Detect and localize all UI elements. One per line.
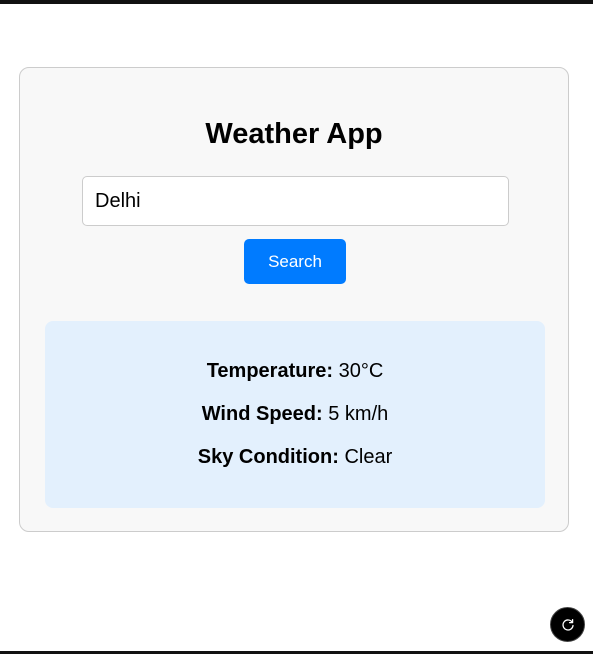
- wind-speed-label: Wind Speed:: [201, 403, 323, 425]
- refresh-icon: [561, 618, 575, 632]
- wind-speed-row: Wind Speed: 5 km/h: [45, 402, 545, 426]
- weather-result-panel: Temperature: 30°C Wind Speed: 5 km/h Sky…: [45, 321, 545, 508]
- refresh-button[interactable]: [550, 607, 585, 642]
- sky-condition-value: Clear: [344, 446, 393, 468]
- wind-speed-value: 5 km/h: [328, 403, 389, 425]
- sky-condition-label: Sky Condition:: [197, 446, 339, 468]
- city-search-input[interactable]: [82, 176, 509, 226]
- search-button[interactable]: Search: [244, 239, 346, 284]
- top-border: [0, 0, 593, 4]
- temperature-label: Temperature:: [206, 360, 334, 382]
- sky-condition-row: Sky Condition: Clear: [45, 445, 545, 469]
- weather-card: Weather App Search Temperature: 30°C Win…: [19, 67, 569, 532]
- temperature-value: 30°C: [338, 360, 384, 382]
- page-title: Weather App: [205, 118, 383, 150]
- temperature-row: Temperature: 30°C: [45, 359, 545, 383]
